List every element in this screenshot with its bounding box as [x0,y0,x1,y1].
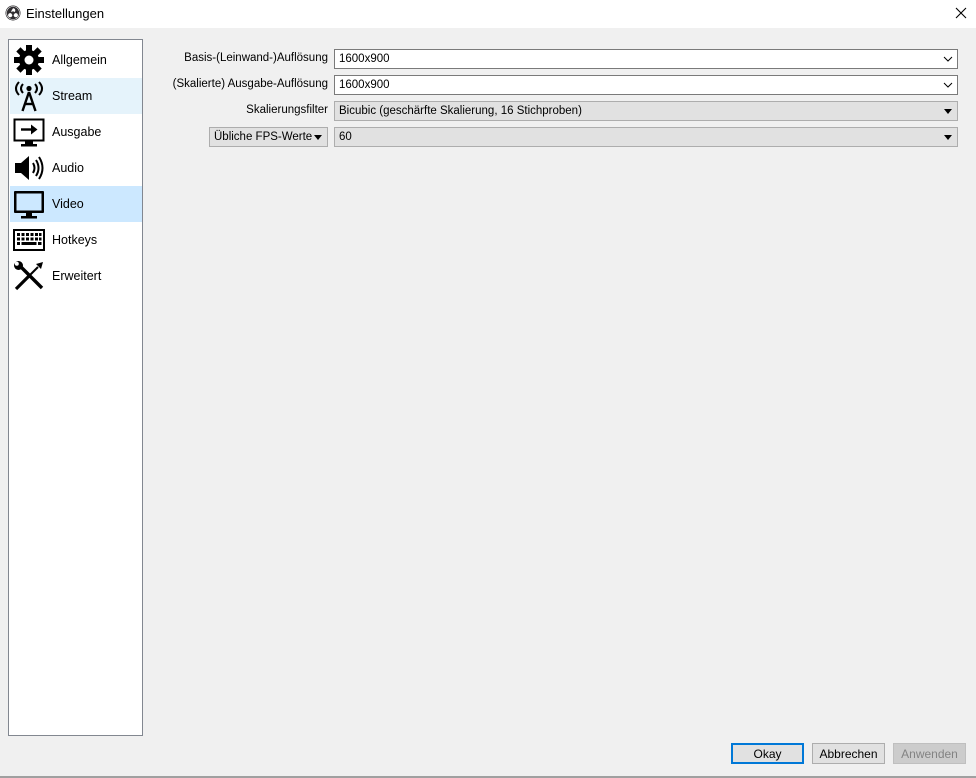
fps-value: 60 [339,131,352,143]
output-resolution-value: 1600x900 [339,79,390,91]
sidebar-item-allgemein[interactable]: Allgemein [10,42,142,78]
scale-filter-dropdown[interactable]: Bicubic (geschärfte Skalierung, 16 Stich… [334,101,958,121]
sidebar-item-label: Hotkeys [52,233,98,247]
output-resolution-label: (Skalierte) Ausgabe-Auflösung [172,78,328,90]
sidebar-item-label: Video [52,197,84,211]
fps-type-dropdown[interactable]: Übliche FPS-Werte [209,127,328,147]
sidebar-item-ausgabe[interactable]: Ausgabe [10,114,142,150]
speaker-icon [15,156,44,180]
sidebar-item-label: Audio [52,161,84,175]
sidebar-item-label: Stream [52,89,93,103]
wrench-screwdriver-icon [14,261,44,291]
dropdown-arrow-icon [312,128,324,146]
scale-filter-label: Skalierungsfilter [246,104,328,116]
fps-type-value: Übliche FPS-Werte [214,131,313,143]
ok-button[interactable]: Okay [731,743,804,764]
sidebar-item-label: Erweitert [52,269,102,283]
sidebar-item-stream[interactable]: Stream [10,78,142,114]
fps-value-dropdown[interactable]: 60 [334,127,958,147]
monitor-icon [14,191,44,219]
window-title: Einstellungen [26,6,105,21]
base-resolution-value: 1600x900 [339,53,390,65]
cancel-button[interactable]: Abbrechen [812,743,885,764]
apply-button[interactable]: Anwenden [893,743,966,764]
close-icon [955,7,967,19]
close-button[interactable] [946,0,976,26]
base-resolution-label: Basis-(Leinwand-)Auflösung [184,52,328,64]
dropdown-arrow-icon [942,102,954,120]
sidebar-item-audio[interactable]: Audio [10,150,142,186]
keyboard-icon [13,229,45,251]
broadcast-antenna-icon [15,81,43,112]
obs-logo-icon [5,5,21,21]
chevron-down-icon [942,76,954,94]
sidebar-item-label: Allgemein [52,53,107,67]
sidebar-item-video[interactable]: Video [10,186,142,222]
output-resolution-combobox[interactable]: 1600x900 [334,75,958,95]
scale-filter-value: Bicubic (geschärfte Skalierung, 16 Stich… [339,105,582,117]
settings-sidebar: Allgemein Stream Ausgabe Audio Video Hot… [8,39,143,736]
sidebar-item-hotkeys[interactable]: Hotkeys [10,222,142,258]
base-resolution-combobox[interactable]: 1600x900 [334,49,958,69]
gear-icon [14,45,44,75]
sidebar-item-erweitert[interactable]: Erweitert [10,258,142,294]
chevron-down-icon [942,50,954,68]
output-monitor-icon [13,118,45,147]
sidebar-item-label: Ausgabe [52,125,102,139]
dropdown-arrow-icon [942,128,954,146]
title-bar: Einstellungen [0,0,976,28]
